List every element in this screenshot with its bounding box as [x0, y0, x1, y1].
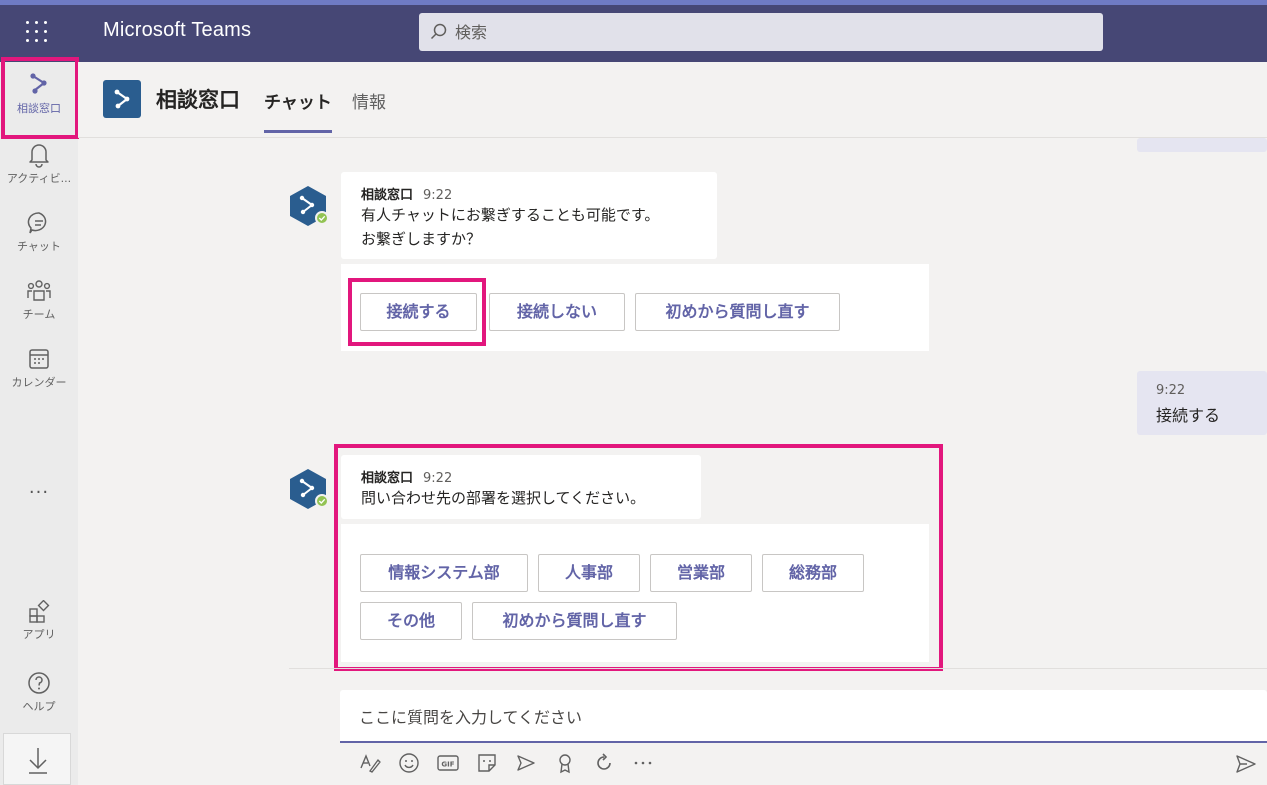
rail-label: チャット — [17, 240, 61, 253]
bot-message: 相談窓口 9:22 問い合わせ先の部署を選択してください。 — [341, 455, 701, 519]
bot-avatar — [290, 186, 329, 226]
rail-item-calendar[interactable]: カレンダー — [0, 346, 78, 410]
bot-logo — [103, 80, 141, 118]
dept-hr-button[interactable]: 人事部 — [538, 554, 640, 592]
svg-text:GIF: GIF — [441, 761, 454, 769]
compose-input[interactable] — [359, 703, 1239, 731]
message-text: 問い合わせ先の部署を選択してください。 — [361, 489, 646, 507]
dept-it-button[interactable]: 情報システム部 — [360, 554, 528, 592]
restart-question-button[interactable]: 初めから質問し直す — [635, 293, 840, 331]
active-tab-indicator — [264, 130, 332, 133]
no-connect-button[interactable]: 接続しない — [489, 293, 625, 331]
gif-icon[interactable]: GIF — [436, 751, 460, 775]
connect-button[interactable]: 接続する — [360, 293, 477, 331]
loop-icon[interactable] — [592, 751, 616, 775]
rail-item-teams[interactable]: チーム — [0, 278, 78, 342]
more-options-icon[interactable] — [631, 751, 655, 775]
own-message: 9:22 接続する — [1137, 371, 1267, 435]
compose-divider — [289, 668, 1267, 669]
praise-icon[interactable] — [553, 751, 577, 775]
adaptive-card — [341, 524, 929, 662]
dept-sales-button[interactable]: 営業部 — [650, 554, 752, 592]
teams-icon — [27, 280, 51, 301]
rail-label: カレンダー — [11, 376, 67, 389]
rail-item-chat[interactable]: チャット — [0, 210, 78, 274]
message-text: 接続する — [1156, 406, 1221, 425]
message-time: 9:22 — [423, 471, 453, 486]
bot-message: 相談窓口 9:22 有人チャットにお繋ぎすることも可能です。 お繋ぎしますか？ — [341, 172, 717, 259]
format-icon[interactable] — [358, 751, 382, 775]
message-text: お繋ぎしますか？ — [361, 230, 482, 248]
more-apps-icon[interactable]: ··· — [0, 482, 78, 503]
rail-label: ヘルプ — [22, 700, 56, 713]
emoji-icon[interactable] — [397, 751, 421, 775]
apps-icon — [29, 600, 50, 623]
channel-name: 相談窓口 — [156, 88, 240, 112]
search-box[interactable] — [419, 13, 1103, 51]
rail-label: アプリ — [22, 628, 56, 641]
download-button[interactable] — [3, 733, 71, 785]
restart-question-button[interactable]: 初めから質問し直す — [472, 602, 677, 640]
channel-header: 相談窓口 チャット 情報 — [78, 62, 1267, 138]
own-message-partial — [1137, 138, 1267, 152]
search-input[interactable] — [455, 18, 1075, 46]
meet-now-icon[interactable] — [514, 751, 538, 775]
bot-icon — [114, 89, 130, 109]
message-author: 相談窓口 — [361, 188, 414, 203]
dept-other-button[interactable]: その他 — [360, 602, 462, 640]
app-title: Microsoft Teams — [103, 19, 252, 41]
compose-box[interactable] — [340, 690, 1267, 743]
rail-label: チーム — [22, 308, 56, 321]
message-time: 9:22 — [423, 188, 453, 203]
chat-icon — [27, 212, 47, 234]
top-bar: Microsoft Teams — [0, 0, 1267, 62]
message-time: 9:22 — [1156, 383, 1186, 398]
app-rail: 相談窓口 アクティビ... チャット チーム カレンダー ··· アプリ ヘルプ — [0, 62, 78, 785]
rail-item-activity[interactable]: アクティビ... — [0, 142, 78, 206]
search-icon — [430, 23, 447, 40]
message-author: 相談窓口 — [361, 471, 414, 486]
rail-item-help[interactable]: ヘルプ — [0, 670, 78, 734]
highlight-frame-rail — [1, 57, 79, 139]
tab-chat[interactable]: チャット — [264, 88, 332, 113]
compose-toolbar: GIF — [340, 746, 1267, 782]
tab-info[interactable]: 情報 — [352, 88, 386, 113]
dept-general-affairs-button[interactable]: 総務部 — [762, 554, 864, 592]
bot-avatar — [290, 469, 329, 509]
bell-icon — [29, 144, 49, 168]
help-icon — [28, 672, 50, 694]
rail-item-apps[interactable]: アプリ — [0, 600, 78, 664]
message-text: 有人チャットにお繋ぎすることも可能です。 — [361, 206, 660, 224]
send-icon[interactable] — [1234, 752, 1258, 776]
calendar-icon — [29, 349, 49, 369]
download-icon — [29, 748, 47, 774]
sticker-icon[interactable] — [475, 751, 499, 775]
app-launcher-icon[interactable] — [22, 17, 52, 47]
rail-label: アクティビ... — [6, 172, 72, 185]
